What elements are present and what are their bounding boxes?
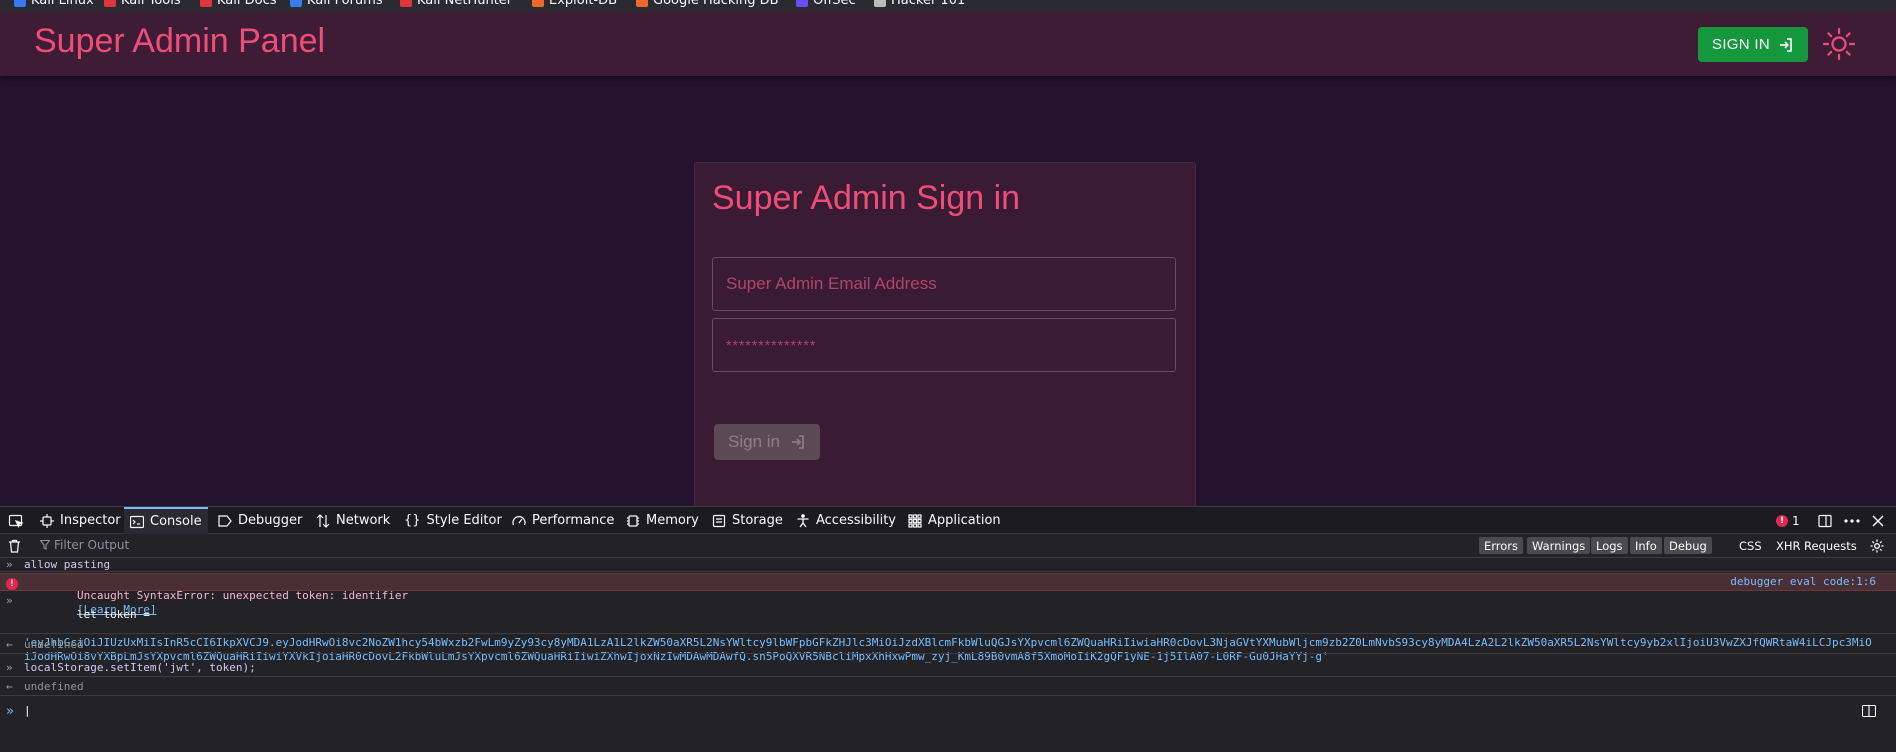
email-field[interactable]: Super Admin Email Address [712,257,1176,311]
password-field[interactable]: ************** [712,318,1176,372]
console-filter-bar: Filter Output Errors Warnings Logs Info … [0,534,1896,558]
console-error-row: ! Uncaught SyntaxError: unexpected token… [0,573,1896,616]
tab-debugger[interactable]: Debugger [212,507,308,534]
tab-network[interactable]: Network [310,507,396,534]
filter-css-toggle[interactable]: CSS [1734,537,1767,554]
trash-icon[interactable] [8,532,21,559]
app-bar: Super Admin Panel SIGN IN [0,12,1896,76]
console-result-row: ← undefined [0,638,1896,654]
bookmark-kali-tools[interactable]: Kali Tools [104,0,181,8]
tab-application[interactable]: Application [902,507,1007,534]
tab-inspector[interactable]: Inspector [34,507,127,534]
tab-memory[interactable]: Memory [620,507,705,534]
filter-icon [40,540,50,550]
login-icon [791,435,804,449]
bookmark-hacker-101[interactable]: Hacker 101 [874,0,965,8]
result-arrow-icon: ← [6,680,13,693]
close-devtools-icon[interactable] [1872,507,1884,534]
debugger-icon [218,514,232,527]
network-icon [316,513,330,528]
tab-accessibility[interactable]: Accessibility [790,507,902,534]
header-signin-button[interactable]: SIGN IN [1698,27,1808,62]
signin-submit-button[interactable]: Sign in [714,424,820,460]
result-arrow-icon: ← [6,638,13,651]
memory-icon [627,514,639,527]
gauge-icon [512,515,526,525]
sun-icon[interactable] [1822,27,1856,61]
dock-side-icon[interactable] [1818,507,1832,534]
error-source-link[interactable]: debugger eval code:1:6 [1730,575,1876,588]
password-placeholder: ************** [726,337,817,353]
bookmark-kali-docs[interactable]: Kali Docs [200,0,277,8]
signin-title: Super Admin Sign in [712,179,1021,217]
bookmark-offsec[interactable]: OffSec [796,0,856,8]
more-options-icon[interactable] [1844,507,1860,534]
devtools-panel: Inspector Console Debugger Network {} St… [0,506,1896,752]
input-chevron-icon: » [6,558,13,571]
email-placeholder: Super Admin Email Address [726,274,937,293]
multiline-editor-icon[interactable] [1861,704,1877,720]
console-prompt[interactable]: » | [0,701,1896,723]
web-page: Super Admin Panel SIGN IN Super Admin Si… [0,12,1896,506]
console-input-row: » allow pasting [0,558,1896,572]
tab-style-editor[interactable]: {} Style Editor [398,507,508,534]
console-settings-icon[interactable] [1870,532,1884,559]
filter-debug-toggle[interactable]: Debug [1664,537,1712,554]
console-result-row: ← undefined [0,680,1896,696]
grid-icon [908,513,922,528]
error-count-badge[interactable]: ! 1 [1776,507,1800,534]
filter-output-input[interactable]: Filter Output [40,538,129,552]
app-title: Super Admin Panel [34,22,326,60]
let-token-line: let token = [76,608,150,621]
input-chevron-icon: » [6,661,13,674]
error-icon: ! [6,576,18,590]
inspector-icon [40,513,54,528]
tab-console[interactable]: Console [124,507,208,534]
braces-icon: {} [404,513,421,528]
signin-submit-label: Sign in [728,432,780,451]
tab-storage[interactable]: Storage [706,507,789,534]
signin-card: Super Admin Sign in Super Admin Email Ad… [694,162,1196,506]
console-input-row: » let token = 'eyJhbGciOiJIUzUxMiIsInR5c… [0,594,1896,663]
bookmark-google-hacking-db[interactable]: Google Hacking DB [636,0,779,8]
bookmark-kali-nethunter[interactable]: Kali NetHunter [400,0,512,8]
input-chevron-icon: » [6,594,13,607]
element-picker-icon[interactable] [2,507,26,534]
bookmark-kali-linux[interactable]: Kali Linux [14,0,94,8]
console-input-row: » localStorage.setItem('jwt', token); [0,659,1896,677]
filter-warnings-toggle[interactable]: Warnings [1527,537,1591,554]
filter-logs-toggle[interactable]: Logs [1591,537,1628,554]
prompt-cursor: | [24,704,31,717]
filter-requests-toggle[interactable]: Requests [1799,537,1862,554]
devtools-toolbar: Inspector Console Debugger Network {} St… [0,506,1896,534]
bookmark-kali-forums[interactable]: Kali Forums [290,0,383,8]
filter-info-toggle[interactable]: Info [1630,537,1662,554]
storage-icon [712,514,726,527]
login-icon [1779,37,1792,52]
filter-errors-toggle[interactable]: Errors [1479,537,1524,554]
error-icon: ! [1776,514,1788,527]
header-signin-label: SIGN IN [1712,36,1770,53]
prompt-chevron-icon: » [6,704,14,719]
accessibility-icon [797,513,809,527]
console-icon [130,515,144,528]
tab-performance[interactable]: Performance [506,507,620,534]
bookmark-exploit-db[interactable]: Exploit-DB [532,0,617,8]
